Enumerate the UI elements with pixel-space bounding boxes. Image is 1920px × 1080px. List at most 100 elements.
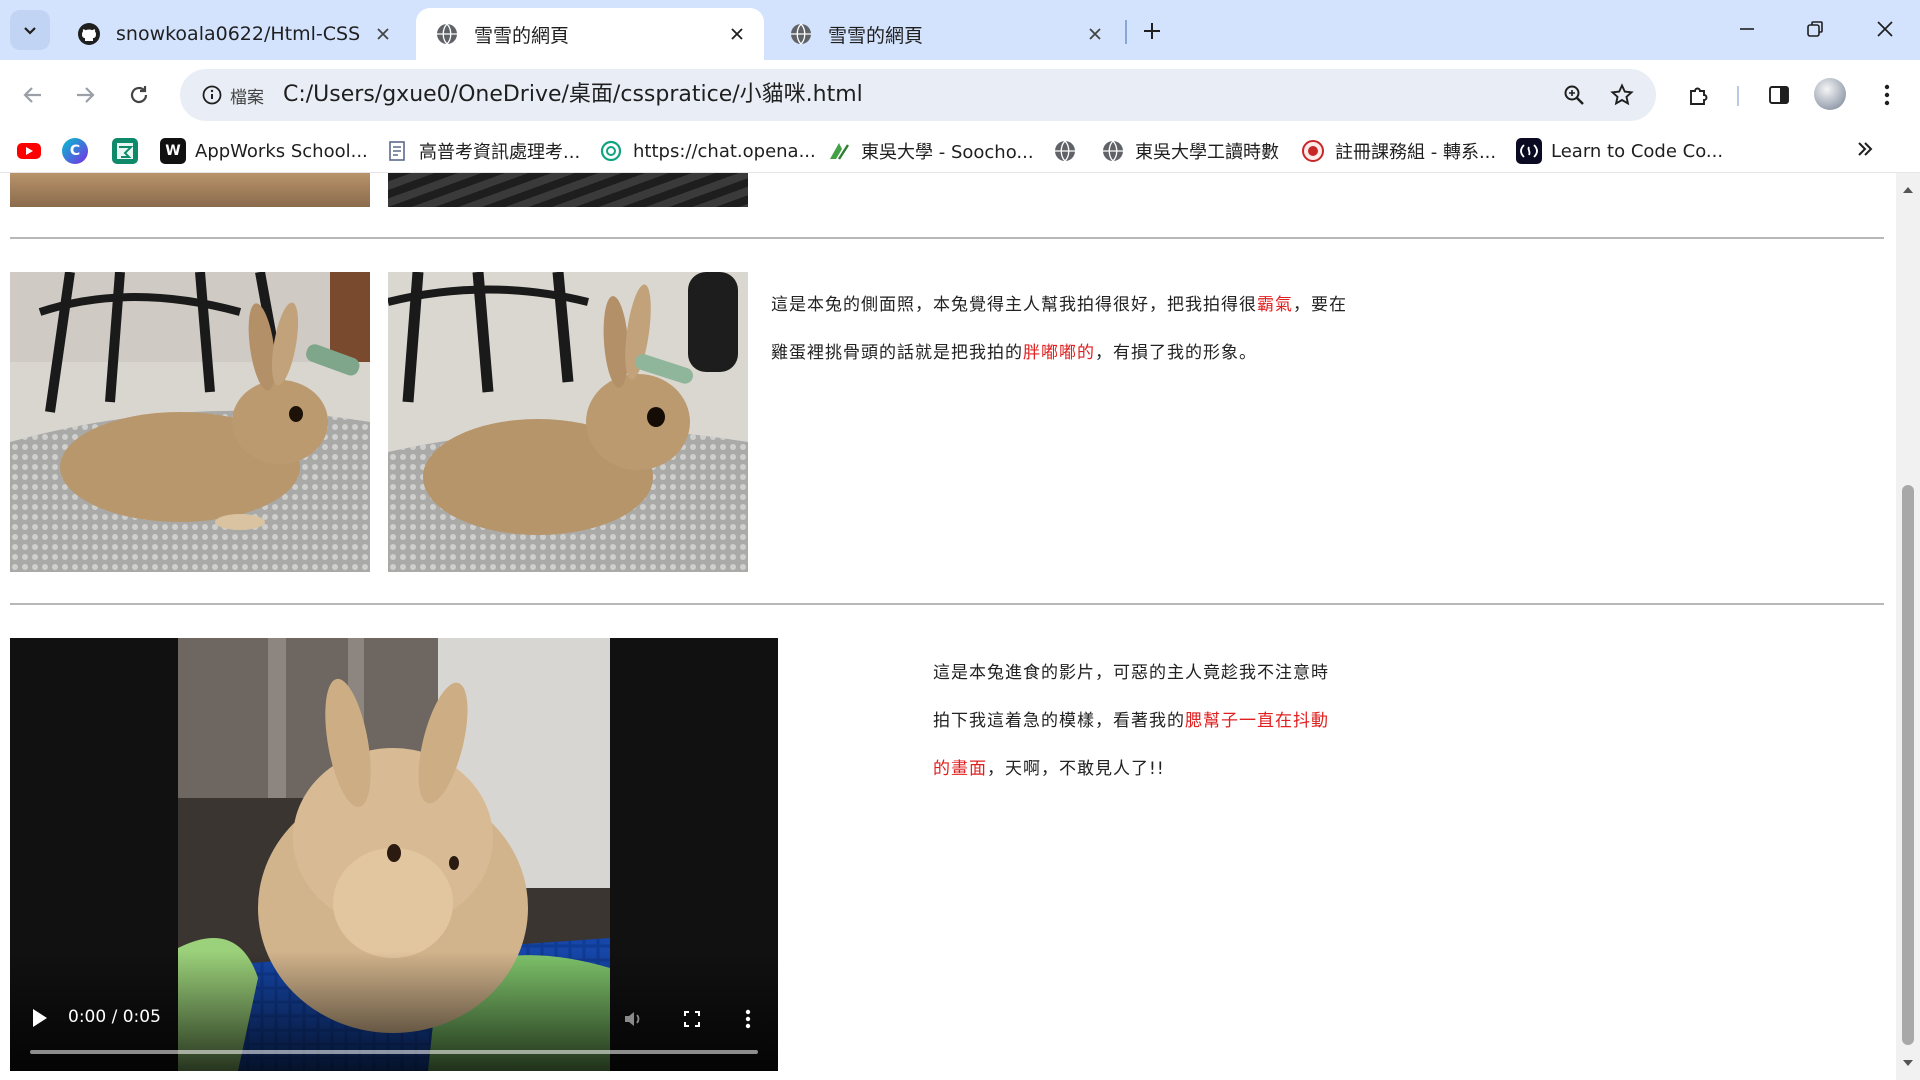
browser-toolbar: 檔案 C:/Users/gxue0/OneDrive/桌面/csspratice… [0, 60, 1920, 130]
tab-strip: snowkoala0622/Html-CSS 雪雪的網頁 雪雪的網頁 [0, 0, 1920, 60]
tab-second-page[interactable]: 雪雪的網頁 [770, 8, 1122, 60]
play-icon[interactable] [30, 1007, 50, 1029]
video-controls: 0:00 / 0:05 [10, 951, 778, 1071]
text: 雞蛋裡挑骨頭的話就是把我拍的 [771, 343, 1023, 363]
extensions-button[interactable] [1678, 74, 1720, 116]
description-side-photo: 這是本兔的側面照，本兔覺得主人幫我拍得很好，把我拍得很霸氣，要在 雞蛋裡挑骨頭的… [771, 281, 1411, 377]
rabbit-eating-video[interactable]: 0:00 / 0:05 [10, 638, 778, 1071]
soochow-icon [826, 138, 852, 164]
openai-icon [598, 138, 624, 164]
fullscreen-button[interactable] [678, 1005, 706, 1033]
minimize-button[interactable] [1714, 0, 1780, 58]
side-panel-icon [1769, 86, 1789, 104]
close-icon[interactable] [724, 21, 750, 47]
scroll-up-icon[interactable] [1900, 185, 1916, 195]
bookmark-registrar[interactable]: 註冊課務組 - 轉系... [1300, 136, 1496, 166]
canva-icon: C [62, 138, 88, 164]
bookmark-label: AppWorks School... [195, 140, 368, 162]
page-content: 這是本兔的側面照，本兔覺得主人幫我拍得很好，把我拍得很霸氣，要在 雞蛋裡挑骨頭的… [0, 173, 1896, 1080]
plus-icon [1144, 23, 1160, 39]
site-info-label: 檔案 [230, 87, 264, 108]
text: 拍下我這着急的模樣，看著我的 [933, 711, 1185, 731]
video-time: 0:00 / 0:05 [68, 1007, 161, 1027]
globe-icon [788, 21, 814, 47]
bookmark-label: Learn to Code Co... [1551, 140, 1724, 162]
text: ，有損了我的形象。 [1095, 343, 1257, 363]
side-panel-button[interactable] [1758, 74, 1800, 116]
info-icon [202, 85, 222, 105]
chevron-down-icon [24, 27, 36, 35]
text: 這是本兔進食的影片，可惡的主人竟趁我不注意時 [933, 663, 1329, 683]
url-text[interactable]: C:/Users/gxue0/OneDrive/桌面/csspratice/小貓… [283, 69, 863, 121]
rabbit-side-photo-1 [10, 272, 370, 572]
previous-photo-right [388, 173, 748, 207]
new-tab-button[interactable] [1132, 14, 1172, 48]
divider [10, 237, 1884, 239]
bookmark-appworks[interactable]: W AppWorks School... [160, 136, 368, 166]
divider [10, 603, 1884, 605]
bookmark-soochow[interactable]: 東吳大學 - Soocho... [826, 136, 1034, 166]
menu-button[interactable] [1866, 74, 1908, 116]
back-button[interactable] [12, 74, 54, 116]
page-scrollbar[interactable] [1896, 173, 1920, 1080]
bookmark-label: 東吳大學 - Soocho... [861, 142, 1034, 163]
volume-icon [625, 1012, 640, 1026]
bookmark-youtube[interactable] [16, 136, 42, 166]
bookmark-label: 註冊課務組 - 轉系... [1335, 142, 1497, 163]
highlight-text: 的畫面 [933, 759, 987, 779]
globe-icon [1100, 138, 1126, 164]
appworks-icon: W [160, 138, 186, 164]
tab-github[interactable]: snowkoala0622/Html-CSS [58, 8, 410, 60]
address-bar[interactable]: 檔案 C:/Users/gxue0/OneDrive/桌面/csspratice… [180, 69, 1656, 121]
tab-title: snowkoala0622/Html-CSS [116, 23, 361, 45]
bookmark-workhours[interactable]: 東吳大學工讀時數 [1100, 136, 1279, 166]
toolbar-separator [1737, 86, 1739, 106]
bookmark-app-icon [112, 138, 138, 164]
reload-button[interactable] [118, 74, 160, 116]
bookmarks-overflow-button[interactable] [1854, 134, 1876, 164]
highlight-text: 霸氣 [1257, 295, 1293, 315]
site-info-chip[interactable]: 檔案 [194, 77, 272, 113]
description-video: 這是本兔進食的影片，可惡的主人竟趁我不注意時 拍下我這着急的模樣，看著我的腮幫子… [933, 649, 1413, 793]
text: ，天啊，不敢見人了!! [987, 759, 1165, 779]
scrollbar-thumb[interactable] [1902, 485, 1914, 1045]
bookmark-globe[interactable] [1052, 136, 1078, 166]
forward-button[interactable] [64, 74, 106, 116]
bookmark-star-icon[interactable] [1604, 77, 1640, 113]
tab-search-button[interactable] [10, 10, 50, 50]
bookmarks-bar: C W AppWorks School... 高普考資訊處理考... https… [0, 130, 1920, 173]
bookmark-canva[interactable]: C [62, 136, 88, 166]
tab-title: 雪雪的網頁 [828, 24, 924, 47]
youtube-icon [16, 138, 42, 164]
video-progress-bar[interactable] [30, 1050, 758, 1054]
previous-photo-left [10, 173, 370, 207]
bookmark-freecodecamp[interactable]: Learn to Code Co... [1516, 136, 1723, 166]
globe-icon [1052, 138, 1078, 164]
fullscreen-icon [684, 1011, 700, 1027]
bookmark-chatgpt[interactable]: https://chat.opena... [598, 136, 816, 166]
bookmark-app[interactable] [112, 136, 138, 166]
text: ，要在 [1293, 295, 1347, 315]
freecodecamp-icon [1516, 138, 1542, 164]
reload-icon [130, 86, 148, 104]
zoom-icon[interactable] [1556, 77, 1592, 113]
scroll-down-icon[interactable] [1900, 1058, 1916, 1068]
video-options-button[interactable] [734, 1005, 762, 1033]
close-icon[interactable] [1082, 21, 1108, 47]
github-icon [76, 21, 102, 47]
bookmark-exam[interactable]: 高普考資訊處理考... [384, 136, 580, 166]
close-icon [1877, 21, 1893, 37]
minimize-icon [1740, 28, 1754, 30]
mute-button[interactable] [620, 1005, 648, 1033]
highlight-text: 腮幫子一直在抖動 [1185, 711, 1329, 731]
restore-button[interactable] [1782, 0, 1848, 58]
tab-separator [1125, 20, 1127, 44]
profile-avatar[interactable] [1814, 78, 1846, 110]
tab-active[interactable]: 雪雪的網頁 [416, 8, 764, 60]
close-window-button[interactable] [1852, 0, 1918, 58]
close-icon[interactable] [370, 21, 396, 47]
double-chevron-right-icon [1858, 142, 1873, 156]
rabbit-side-photo-2 [388, 272, 748, 572]
restore-icon [1807, 21, 1823, 37]
registrar-icon [1300, 138, 1326, 164]
